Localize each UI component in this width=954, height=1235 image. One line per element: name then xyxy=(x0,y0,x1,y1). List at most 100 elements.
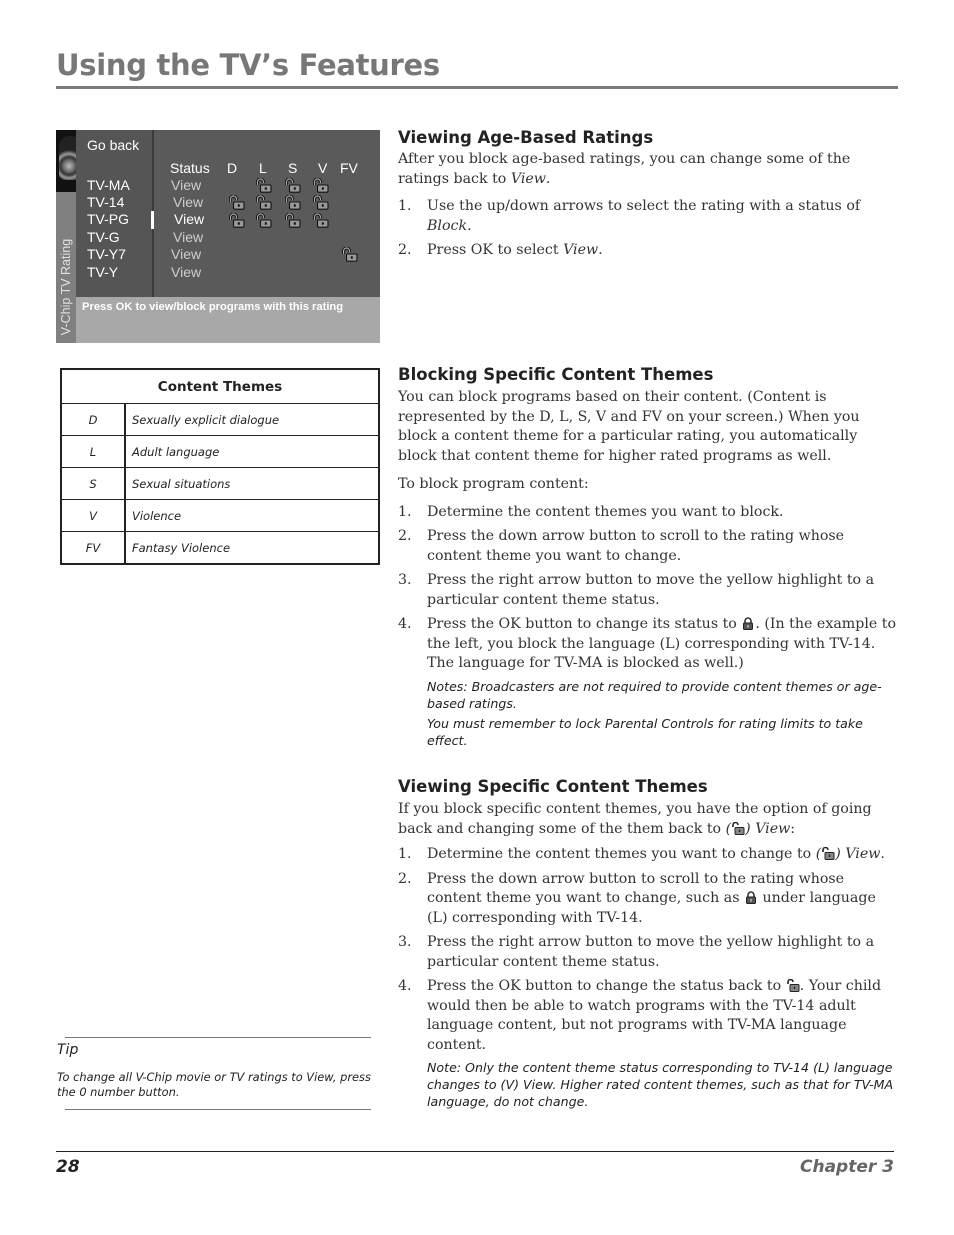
tv-footer-text: Press OK to view/block programs with thi… xyxy=(82,301,344,313)
text: . xyxy=(467,217,472,234)
step-number: 3. xyxy=(398,572,412,588)
unlocked-padlock-icon xyxy=(786,979,800,992)
title-divider xyxy=(56,86,898,89)
unlocked-padlock-icon[interactable] xyxy=(284,178,301,193)
section-intro: If you block specific content themes, yo… xyxy=(398,801,872,837)
step-number: 4. xyxy=(398,978,412,994)
text: If you block specific content themes, yo… xyxy=(398,801,872,837)
unlocked-padlock-icon[interactable] xyxy=(312,195,329,210)
rating-item[interactable]: TV-MA xyxy=(87,177,130,193)
text: Press the right arrow button to move the… xyxy=(427,934,875,970)
section-intro: You can block programs based on their co… xyxy=(398,389,860,464)
emphasis: Block xyxy=(427,217,468,234)
unlocked-padlock-icon[interactable] xyxy=(284,213,301,228)
unlocked-padlock-icon xyxy=(732,821,745,835)
theme-meaning: Adult language xyxy=(124,435,380,468)
column-header-s: S xyxy=(288,160,298,176)
unlocked-padlock-icon[interactable] xyxy=(255,178,272,193)
list-item: 2. Press the down arrow button to scroll … xyxy=(398,870,900,929)
vchip-tv-screen: V-Chip TV Rating Go back Status D L S V … xyxy=(56,130,380,343)
rating-status[interactable]: View xyxy=(171,246,201,262)
note: You must remember to lock Parental Contr… xyxy=(427,715,863,748)
step-number: 2. xyxy=(398,242,412,258)
unlocked-padlock-icon[interactable] xyxy=(341,247,358,262)
step-number: 1. xyxy=(398,846,412,862)
section-heading: Blocking Specific Content Themes xyxy=(398,365,714,384)
theme-meaning: Fantasy Violence xyxy=(124,531,380,565)
unlocked-padlock-icon[interactable] xyxy=(312,213,329,228)
tip-text: To change all V-Chip movie or TV ratings… xyxy=(57,1070,371,1099)
rating-status[interactable]: View xyxy=(173,194,203,210)
unlocked-padlock-icon[interactable] xyxy=(284,195,301,210)
locked-padlock-icon xyxy=(746,891,757,904)
text: : xyxy=(790,820,796,837)
emphasis: View xyxy=(563,242,599,258)
rating-item[interactable]: TV-Y xyxy=(87,264,118,280)
tip-divider-top xyxy=(65,1037,371,1038)
text: Determine the content themes you want to… xyxy=(427,503,784,520)
list-item: 1. Determine the content themes you want … xyxy=(398,503,900,523)
list-item: 3. Press the right arrow button to move t… xyxy=(398,571,900,610)
rating-item[interactable]: TV-G xyxy=(87,229,120,245)
unlocked-padlock-icon[interactable] xyxy=(228,195,245,210)
section-blocking: Blocking Specific Content Themes You can… xyxy=(398,365,900,749)
table-row: L Adult language xyxy=(60,435,380,468)
rating-status[interactable]: View xyxy=(171,264,201,280)
rating-status[interactable]: View xyxy=(173,229,203,245)
rating-item[interactable]: TV-Y7 xyxy=(87,246,126,262)
theme-meaning: Sexual situations xyxy=(124,467,380,500)
column-header-status: Status xyxy=(170,160,210,176)
list-item: 1. Use the up/down arrows to select the r… xyxy=(398,197,900,236)
text: . xyxy=(880,846,885,862)
footer-divider xyxy=(56,1151,894,1152)
step-number: 2. xyxy=(398,528,412,544)
text: After you block age-based ratings, you c… xyxy=(398,151,851,187)
step-number: 1. xyxy=(398,503,412,520)
table-row: S Sexual situations xyxy=(60,467,380,500)
section-age-based: Viewing Age-Based Ratings After you bloc… xyxy=(398,128,900,261)
theme-code: D xyxy=(60,403,126,436)
rating-status[interactable]: View xyxy=(174,211,204,227)
emphasis: View xyxy=(510,170,546,187)
list-item: 2. Press OK to select View. xyxy=(398,241,900,261)
theme-meaning: Violence xyxy=(124,499,380,532)
section-heading: Viewing Age-Based Ratings xyxy=(398,128,654,147)
note: Notes: Broadcasters are not required to … xyxy=(427,678,882,711)
page-number: 28 xyxy=(56,1157,80,1177)
steps-list: 1. Determine the content themes you want … xyxy=(398,503,900,674)
section-heading: Viewing Specific Content Themes xyxy=(398,777,708,796)
unlocked-padlock-icon xyxy=(822,847,835,860)
tip-title: Tip xyxy=(57,1042,79,1058)
list-item: 1. Determine the content themes you want … xyxy=(398,845,900,865)
table-title: Content Themes xyxy=(60,368,380,404)
section-intro: After you block age-based ratings, you c… xyxy=(398,150,900,189)
note: Note: Only the content theme status corr… xyxy=(427,1060,894,1109)
section-lead: To block program content: xyxy=(398,476,589,492)
list-item: 4. Press the OK button to change the stat… xyxy=(398,977,900,1055)
column-header-fv: FV xyxy=(340,160,358,176)
theme-code: FV xyxy=(60,531,126,565)
go-back-item[interactable]: Go back xyxy=(87,137,139,153)
text: Press the OK button to change its status… xyxy=(427,616,742,632)
rating-item[interactable]: TV-PG xyxy=(87,211,129,227)
text: Press the right arrow button to move the… xyxy=(427,572,875,608)
unlocked-padlock-icon[interactable] xyxy=(255,195,272,210)
column-header-v: V xyxy=(318,160,328,176)
unlocked-padlock-icon[interactable] xyxy=(312,178,329,193)
step-number: 4. xyxy=(398,616,412,632)
text: Determine the content themes you want to… xyxy=(427,846,816,862)
step-number: 1. xyxy=(398,198,412,214)
rating-status[interactable]: View xyxy=(171,177,201,193)
padlock-graphic-icon xyxy=(56,130,81,192)
page-title: Using the TV’s Features xyxy=(56,48,440,82)
step-number: 2. xyxy=(398,870,412,887)
unlocked-padlock-icon[interactable] xyxy=(228,213,245,228)
rating-item[interactable]: TV-14 xyxy=(87,194,124,210)
list-item: 3. Press the right arrow button to move t… xyxy=(398,933,900,972)
table-row: FV Fantasy Violence xyxy=(60,531,380,565)
theme-code: V xyxy=(60,499,126,532)
tv-footer: Press OK to view/block programs with thi… xyxy=(76,297,380,343)
theme-code: L xyxy=(60,435,126,468)
unlocked-padlock-icon[interactable] xyxy=(255,213,272,228)
text: Press OK to select xyxy=(427,242,564,258)
